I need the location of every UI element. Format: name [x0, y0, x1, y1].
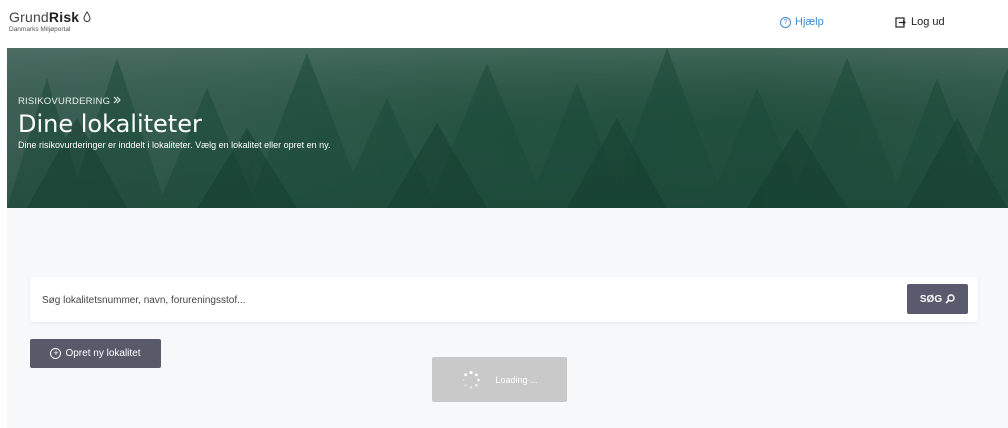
search-bar: SØG: [30, 277, 978, 322]
logout-label: Log ud: [911, 16, 945, 28]
logout-link[interactable]: Log ud: [895, 16, 945, 28]
page-title: Dine lokaliteter: [18, 110, 202, 138]
create-location-label: Opret ny lokalitet: [65, 348, 141, 359]
help-circle-icon: ?: [780, 16, 791, 28]
spinner-icon: [462, 370, 481, 389]
search-button[interactable]: SØG: [907, 284, 968, 314]
breadcrumb-label: RISIKOVURDERING: [18, 96, 111, 107]
loading-label: Loading ...: [495, 374, 538, 385]
help-link[interactable]: ? Hjælp: [780, 16, 824, 28]
main-content: SØG + Opret ny lokalitet Loading ...: [7, 208, 1008, 428]
plus-circle-icon: +: [50, 348, 62, 359]
logo-subtitle: Danmarks Miljøportal: [9, 26, 71, 33]
logo[interactable]: Grund Risk Danmarks Miljøportal: [9, 9, 92, 33]
logo-prefix: Grund: [9, 9, 49, 25]
hero-banner: RISIKOVURDERING Dine lokaliteter Dine ri…: [7, 48, 1008, 208]
logo-bold: Risk: [48, 9, 80, 25]
page-description: Dine risikovurderinger er inddelt i loka…: [18, 140, 331, 150]
breadcrumb[interactable]: RISIKOVURDERING: [18, 96, 331, 107]
logo-title: Grund Risk: [9, 9, 92, 25]
search-button-label: SØG: [919, 293, 943, 305]
hero-content: RISIKOVURDERING Dine lokaliteter Dine ri…: [18, 96, 331, 150]
create-location-button[interactable]: + Opret ny lokalitet: [30, 339, 161, 368]
logout-icon: [895, 16, 906, 28]
loading-indicator: Loading ...: [432, 357, 567, 402]
top-bar: Grund Risk Danmarks Miljøportal ? Hjælp L…: [0, 0, 1008, 48]
search-icon: [945, 294, 955, 304]
help-label: Hjælp: [795, 16, 824, 28]
drop-icon: [83, 11, 91, 22]
chevron-right-icon: [113, 96, 121, 104]
search-input[interactable]: [40, 291, 904, 309]
